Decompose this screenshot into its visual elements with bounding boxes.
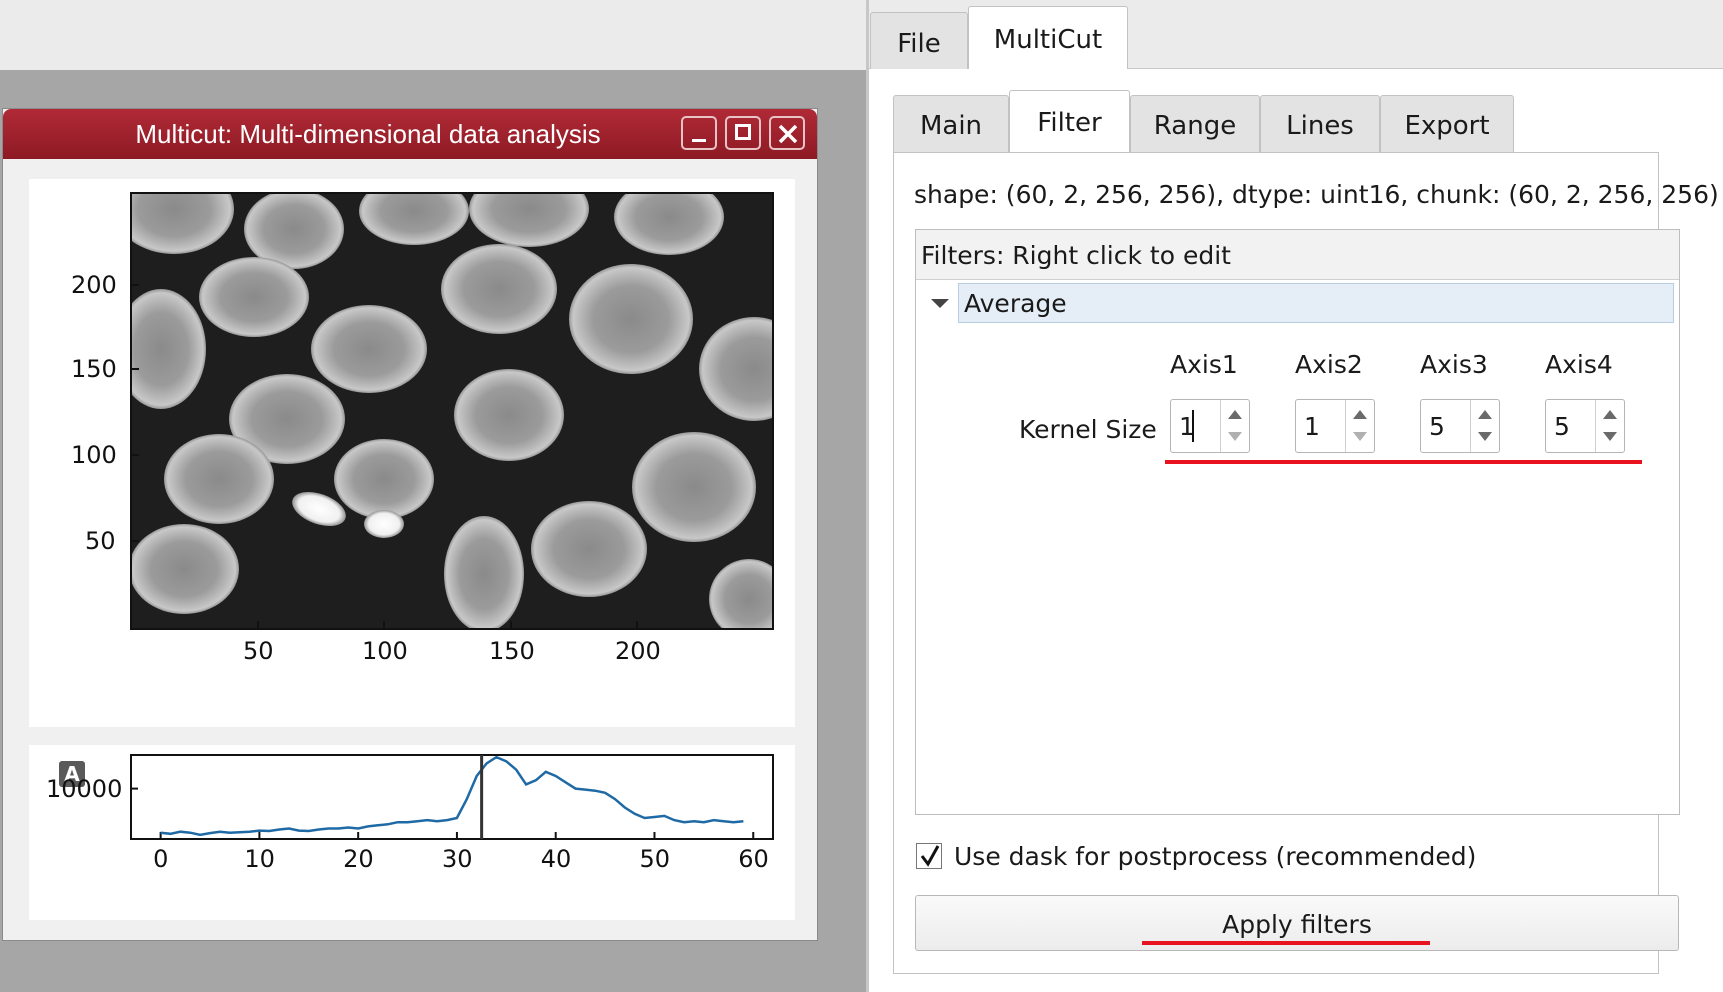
minimize-button[interactable] (681, 116, 717, 150)
spinbox-buttons (1220, 400, 1249, 452)
maximize-button[interactable] (725, 116, 761, 150)
arrow-down-icon[interactable] (1228, 432, 1242, 441)
dask-checkbox[interactable] (916, 843, 942, 869)
subwindow-titlebar[interactable]: Multicut: Multi-dimensional data analysi… (3, 109, 817, 159)
y-tick-label: 150 (71, 355, 117, 383)
tab-export[interactable]: Export (1380, 95, 1514, 153)
y-tick-label: 200 (71, 271, 117, 299)
spinbox-value: 1 (1304, 412, 1320, 441)
y-tick-label: 50 (85, 527, 116, 555)
multicut-subwindow: Multicut: Multi-dimensional data analysi… (2, 108, 818, 941)
close-button[interactable] (769, 116, 805, 150)
collapse-caret-icon[interactable] (931, 299, 949, 308)
annotation-underline (1142, 941, 1430, 945)
spinbox-value: 5 (1429, 412, 1445, 441)
annotation-underline (1165, 460, 1642, 464)
profile-line-plot[interactable] (29, 745, 795, 920)
kernel-axis2-spinbox[interactable]: 1 (1295, 399, 1375, 453)
array-info-label: shape: (60, 2, 256, 256), dtype: uint16,… (914, 180, 1719, 209)
x-tick-label: 10 (244, 845, 275, 873)
image-plot[interactable] (29, 179, 795, 727)
plot-separator (29, 727, 795, 745)
axis2-label: Axis2 (1295, 350, 1363, 379)
x-tick-label: 0 (153, 845, 169, 873)
x-tick-label: 20 (343, 845, 374, 873)
arrow-up-icon[interactable] (1603, 410, 1617, 419)
kernel-axis1-spinbox[interactable]: 1 (1170, 399, 1250, 453)
x-tick-label: 50 (243, 637, 274, 665)
subwindow-title: Multicut: Multi-dimensional data analysi… (135, 119, 601, 149)
spinbox-buttons (1470, 400, 1499, 452)
arrow-down-icon[interactable] (1478, 432, 1492, 441)
y-tick-label: 10000 (46, 774, 123, 803)
tab-filter[interactable]: Filter (1009, 90, 1130, 153)
spinbox-buttons (1345, 400, 1374, 452)
spinbox-value: 5 (1554, 412, 1570, 441)
x-tick-label: 150 (489, 637, 535, 665)
arrow-down-icon[interactable] (1603, 432, 1617, 441)
axis4-label: Axis4 (1545, 350, 1613, 379)
kernel-axis4-spinbox[interactable]: 5 (1545, 399, 1625, 453)
tab-multicut[interactable]: MultiCut (968, 6, 1128, 70)
filter-tree[interactable]: Filters: Right click to edit Average (915, 229, 1680, 815)
checkmark-icon (920, 845, 940, 867)
x-tick-label: 40 (540, 845, 572, 873)
filter-item-average[interactable]: Average (958, 283, 1674, 323)
filter-tree-header: Filters: Right click to edit (916, 230, 1679, 280)
kernel-axis3-spinbox[interactable]: 5 (1420, 399, 1500, 453)
arrow-up-icon[interactable] (1478, 410, 1492, 419)
plot-panel: 200 150 100 50 50 100 150 200 A 0 10 20 30 4… (29, 179, 795, 920)
tab-main[interactable]: Main (893, 95, 1009, 153)
axis1-label: Axis1 (1170, 350, 1238, 379)
arrow-up-icon[interactable] (1353, 410, 1367, 419)
x-tick-label: 200 (615, 637, 661, 665)
tab-range[interactable]: Range (1130, 95, 1260, 153)
tab-lines[interactable]: Lines (1260, 95, 1380, 153)
tab-file[interactable]: File (870, 12, 968, 69)
kernel-size-label: Kernel Size (1019, 415, 1157, 444)
spinbox-buttons (1595, 400, 1624, 452)
dask-checkbox-label[interactable]: Use dask for postprocess (recommended) (954, 842, 1476, 871)
text-cursor (1192, 410, 1194, 442)
line-plot-frame (130, 754, 774, 840)
x-tick-label: 30 (441, 845, 473, 873)
y-tick-label: 100 (71, 441, 117, 469)
arrow-down-icon[interactable] (1353, 432, 1367, 441)
x-tick-label: 50 (639, 845, 671, 873)
axis3-label: Axis3 (1420, 350, 1488, 379)
close-icon (778, 124, 798, 144)
arrow-up-icon[interactable] (1228, 410, 1242, 419)
x-tick-label: 100 (362, 637, 408, 665)
x-tick-label: 60 (738, 845, 769, 873)
